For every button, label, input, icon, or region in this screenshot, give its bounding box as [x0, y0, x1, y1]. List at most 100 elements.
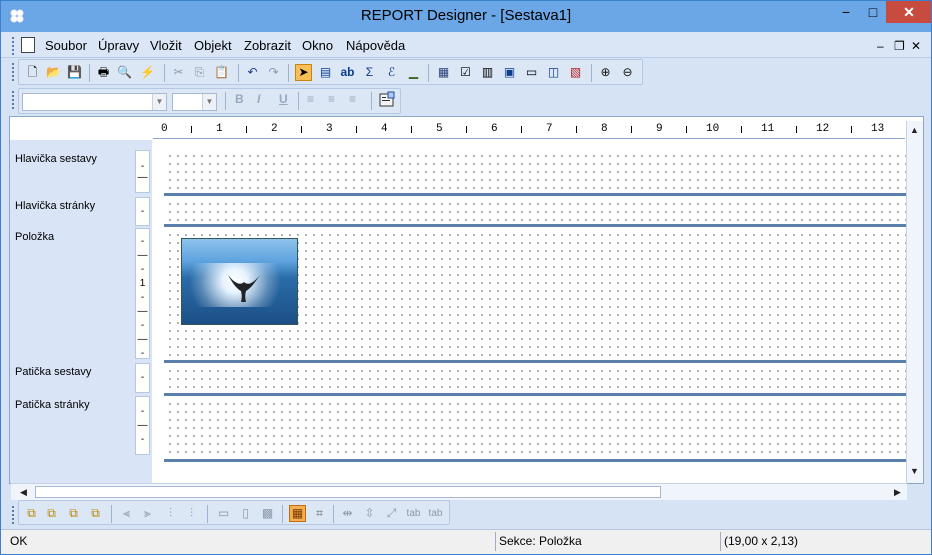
- chevron-down-icon[interactable]: ▼: [152, 94, 166, 110]
- scroll-down-icon[interactable]: ▼: [907, 464, 922, 479]
- bold-button[interactable]: B: [235, 92, 244, 106]
- cut-icon[interactable]: ✂: [170, 64, 187, 81]
- zoom-in-icon[interactable]: ⊕: [597, 64, 614, 81]
- counter-icon[interactable]: ▭: [523, 64, 540, 81]
- scroll-up-icon[interactable]: ▲: [907, 123, 922, 138]
- vertical-scrollbar[interactable]: ▲ ▼: [906, 121, 923, 483]
- bring-front-icon[interactable]: ⧉: [23, 505, 40, 522]
- send-backward-icon[interactable]: ⧉: [87, 505, 104, 522]
- section-vertical-ruler: - — -: [135, 396, 150, 455]
- space-horizontal-icon[interactable]: ⇹: [339, 505, 356, 522]
- band-report-footer[interactable]: [164, 365, 906, 396]
- same-width-icon[interactable]: ▭: [215, 505, 232, 522]
- align-center-button[interactable]: ≡: [328, 92, 335, 106]
- print-preview-icon[interactable]: 🔍: [116, 64, 133, 81]
- maximize-button[interactable]: □: [859, 1, 887, 23]
- italic-button[interactable]: I: [257, 92, 260, 106]
- same-size-icon[interactable]: ▩: [259, 505, 276, 522]
- bring-forward-icon[interactable]: ⧉: [65, 505, 82, 522]
- snap-icon[interactable]: ⌗: [311, 505, 328, 522]
- same-height-icon[interactable]: ▯: [237, 505, 254, 522]
- band-page-header[interactable]: [164, 198, 906, 227]
- menu-objekt[interactable]: Objekt: [194, 38, 232, 53]
- tab-order-icon[interactable]: tab: [405, 505, 422, 522]
- toolbar-grip-icon[interactable]: [11, 62, 15, 81]
- grid-icon[interactable]: ▦: [289, 505, 306, 522]
- run-icon[interactable]: ⚡: [139, 64, 156, 81]
- whale-image[interactable]: [181, 238, 298, 325]
- select-pointer-icon[interactable]: ➤: [295, 64, 312, 81]
- bottom-toolbar-grip-icon[interactable]: [11, 505, 15, 524]
- underline-button[interactable]: U: [279, 92, 288, 106]
- align-top-icon[interactable]: ⫶: [162, 505, 179, 522]
- group-icon[interactable]: ▦: [435, 64, 452, 81]
- title-bar[interactable]: REPORT Designer - [Sestava1] − □ ✕: [1, 1, 931, 32]
- text-field-icon[interactable]: ▤: [317, 64, 334, 81]
- send-back-icon[interactable]: ⧉: [43, 505, 60, 522]
- redo-icon[interactable]: ↷: [265, 64, 282, 81]
- ruler-mark: 0: [161, 123, 168, 135]
- menu-vlozit[interactable]: Vložit: [150, 38, 182, 53]
- mdi-close-button[interactable]: ✕: [911, 39, 921, 53]
- menu-soubor[interactable]: Soubor: [45, 38, 87, 53]
- toolbar-separator: [333, 505, 334, 523]
- close-button[interactable]: ✕: [886, 1, 931, 23]
- minimize-button[interactable]: −: [832, 1, 860, 23]
- chevron-down-icon[interactable]: ▼: [202, 94, 216, 110]
- menu-grip-icon[interactable]: [11, 36, 15, 55]
- align-left-icon[interactable]: ⫷: [118, 505, 135, 522]
- display-icon[interactable]: ◫: [545, 64, 562, 81]
- space-vertical-icon[interactable]: ⇳: [361, 505, 378, 522]
- barcode-icon[interactable]: ▥: [479, 64, 496, 81]
- align-bottom-icon[interactable]: ⫶: [183, 505, 200, 522]
- open-folder-icon[interactable]: 📂: [45, 64, 62, 81]
- ruler-tick: [411, 126, 412, 133]
- paste-icon[interactable]: 📋: [213, 64, 230, 81]
- font-name-select[interactable]: ▼: [22, 93, 167, 111]
- document-icon[interactable]: [21, 37, 35, 53]
- copy-icon[interactable]: ⎘: [191, 64, 208, 81]
- formula-icon[interactable]: ℰ: [383, 64, 400, 81]
- undo-icon[interactable]: ↶: [244, 64, 261, 81]
- toolbar-separator: [225, 92, 226, 110]
- align-right-button[interactable]: ≡: [349, 92, 356, 106]
- scroll-left-icon[interactable]: ◀: [16, 485, 31, 500]
- menu-okno[interactable]: Okno: [302, 38, 333, 53]
- app-window: REPORT Designer - [Sestava1] − □ ✕ Soubo…: [0, 0, 932, 555]
- align-right-icon[interactable]: ⫸: [139, 505, 156, 522]
- format-toolbar-grip-icon[interactable]: [11, 90, 15, 109]
- ruler-mark: 13: [871, 123, 885, 135]
- line-icon[interactable]: ▁: [405, 64, 422, 81]
- mdi-minimize-button[interactable]: ‒: [877, 39, 884, 53]
- horizontal-scrollbar[interactable]: ◀ ▶: [11, 483, 907, 500]
- chart-icon[interactable]: ▧: [567, 64, 584, 81]
- monitor-icon[interactable]: ▣: [501, 64, 518, 81]
- ruler-tick: -: [140, 292, 145, 303]
- toolbar-separator: [428, 64, 429, 82]
- menu-zobrazit[interactable]: Zobrazit: [244, 38, 291, 53]
- band-page-footer[interactable]: [164, 398, 906, 462]
- ruler-mark: 8: [601, 123, 608, 135]
- mdi-restore-button[interactable]: ❐: [894, 39, 905, 53]
- distribute-icon[interactable]: ⤢: [383, 505, 400, 522]
- ruler-tick: -: [140, 161, 145, 172]
- section-label-detail: Položka: [15, 231, 55, 243]
- menu-napoveda[interactable]: Nápověda: [346, 38, 405, 53]
- checkbox-icon[interactable]: ☑: [457, 64, 474, 81]
- band-report-header[interactable]: [164, 150, 906, 196]
- scroll-right-icon[interactable]: ▶: [890, 485, 905, 500]
- zoom-out-icon[interactable]: ⊖: [619, 64, 636, 81]
- save-icon[interactable]: 💾: [66, 64, 83, 81]
- label-ab-icon[interactable]: ab: [339, 64, 356, 81]
- menu-upravy[interactable]: Úpravy: [98, 38, 139, 53]
- new-document-icon[interactable]: 🗋: [24, 64, 41, 81]
- section-label-page-footer: Patička stránky: [15, 399, 90, 411]
- align-left-button[interactable]: ≡: [307, 92, 314, 106]
- toolbar-separator: [207, 505, 208, 523]
- print-icon[interactable]: 🖶: [95, 64, 112, 81]
- scroll-thumb[interactable]: [35, 486, 661, 498]
- sum-icon[interactable]: Σ: [361, 64, 378, 81]
- font-size-select[interactable]: ▼: [172, 93, 217, 111]
- tab-order-2-icon[interactable]: tab: [427, 505, 444, 522]
- properties-icon[interactable]: [378, 91, 396, 109]
